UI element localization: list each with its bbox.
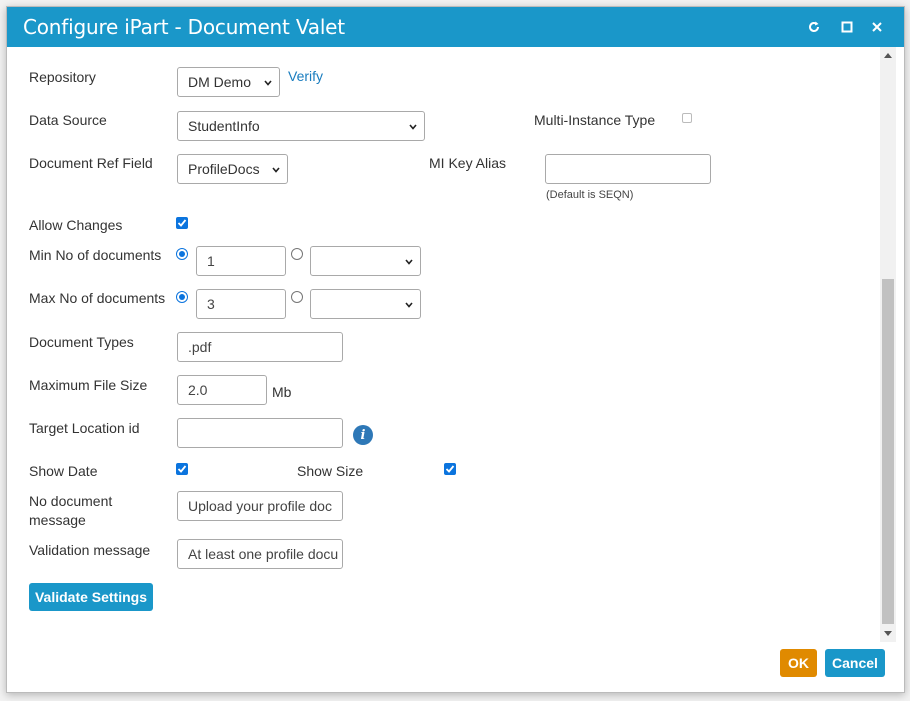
max-docs-radio-number[interactable] <box>176 291 188 303</box>
scroll-up-arrow-icon[interactable] <box>884 53 892 58</box>
allow-changes-checkbox[interactable] <box>176 217 188 229</box>
data-source-select[interactable]: StudentInfo <box>177 111 425 141</box>
validate-settings-button[interactable]: Validate Settings <box>29 583 153 611</box>
validation-message-label: Validation message <box>29 542 151 558</box>
refresh-icon[interactable] <box>804 17 824 37</box>
max-file-size-input[interactable]: 2.0 <box>177 375 267 405</box>
min-docs-input[interactable]: 1 <box>196 246 286 276</box>
target-location-label: Target Location id <box>29 420 140 436</box>
mi-key-alias-input[interactable] <box>545 154 711 184</box>
show-date-label: Show Date <box>29 463 98 479</box>
repository-label: Repository <box>29 69 96 85</box>
max-file-size-label: Maximum File Size <box>29 377 148 393</box>
ok-button[interactable]: OK <box>780 649 817 677</box>
data-source-value: StudentInfo <box>188 118 260 134</box>
info-icon[interactable]: i <box>353 425 373 445</box>
allow-changes-label: Allow Changes <box>29 217 123 233</box>
max-docs-input[interactable]: 3 <box>196 289 286 319</box>
chevron-down-icon <box>405 302 413 308</box>
scroll-down-arrow-icon[interactable] <box>884 631 892 636</box>
verify-link[interactable]: Verify <box>288 68 323 84</box>
chevron-down-icon <box>409 124 417 130</box>
check-icon <box>445 465 455 473</box>
min-docs-radio-number[interactable] <box>176 248 188 260</box>
max-docs-label: Max No of documents <box>29 290 166 306</box>
doc-ref-label: Document Ref Field <box>29 155 153 171</box>
no-doc-message-label-line1: No document <box>29 493 113 509</box>
mi-key-alias-hint: (Default is SEQN) <box>546 189 634 201</box>
cancel-button[interactable]: Cancel <box>825 649 885 677</box>
max-docs-radio-field[interactable] <box>291 291 303 303</box>
scrollbar-thumb[interactable] <box>882 279 894 624</box>
dialog-content: Repository DM Demo Verify Data Source St… <box>7 47 882 642</box>
check-icon <box>177 465 187 473</box>
maximize-icon[interactable] <box>837 17 857 37</box>
min-docs-radio-field[interactable] <box>291 248 303 260</box>
no-doc-message-label-line2: message <box>29 512 86 528</box>
data-source-label: Data Source <box>29 112 107 128</box>
repository-select[interactable]: DM Demo <box>177 67 280 97</box>
repository-value: DM Demo <box>188 74 252 90</box>
multi-instance-checkbox[interactable] <box>682 113 692 123</box>
show-date-checkbox[interactable] <box>176 463 188 475</box>
chevron-down-icon <box>272 167 280 173</box>
vertical-scrollbar[interactable] <box>880 47 896 642</box>
show-size-label: Show Size <box>297 463 364 479</box>
close-icon[interactable] <box>867 17 887 37</box>
doc-types-input[interactable]: .pdf <box>177 332 343 362</box>
validation-message-input[interactable]: At least one profile docu <box>177 539 343 569</box>
max-docs-select[interactable] <box>310 289 421 319</box>
min-docs-label: Min No of documents <box>29 247 162 263</box>
min-docs-select[interactable] <box>310 246 421 276</box>
show-size-checkbox[interactable] <box>444 463 456 475</box>
multi-instance-label: Multi-Instance Type <box>534 112 656 128</box>
mi-key-alias-label: MI Key Alias <box>429 155 507 171</box>
target-location-input[interactable] <box>177 418 343 448</box>
configure-dialog: Configure iPart - Document Valet Reposit… <box>6 6 905 693</box>
dialog-titlebar: Configure iPart - Document Valet <box>7 7 904 47</box>
doc-ref-select[interactable]: ProfileDocs <box>177 154 288 184</box>
dialog-title: Configure iPart - Document Valet <box>23 15 345 39</box>
chevron-down-icon <box>264 80 272 86</box>
doc-ref-value: ProfileDocs <box>188 161 260 177</box>
no-doc-message-input[interactable]: Upload your profile doc <box>177 491 343 521</box>
chevron-down-icon <box>405 259 413 265</box>
check-icon <box>177 219 187 227</box>
doc-types-label: Document Types <box>29 334 134 350</box>
max-file-size-unit: Mb <box>272 384 292 400</box>
